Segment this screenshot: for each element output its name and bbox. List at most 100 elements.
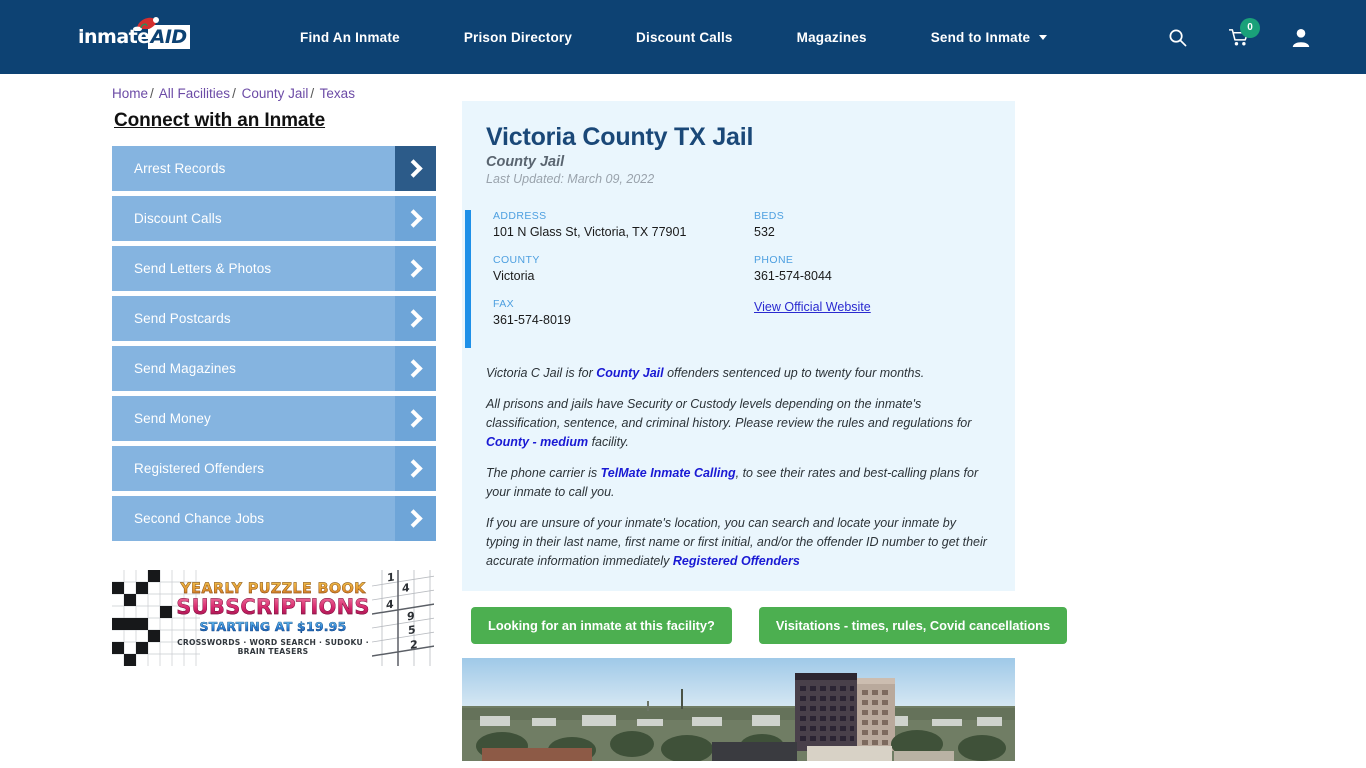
site-logo[interactable]: inmate AID bbox=[78, 17, 190, 54]
desc-text: All prisons and jails have Security or C… bbox=[486, 397, 972, 430]
sidebar-item-send-postcards[interactable]: Send Postcards bbox=[112, 296, 436, 341]
chevron-right-box bbox=[395, 246, 436, 291]
header-icon-group: 0 bbox=[1168, 17, 1310, 47]
page-body: Home / All Facilities / County Jail / Texas… bbox=[0, 74, 1366, 761]
content-area: Connect with an Inmate Arrest Records Di… bbox=[0, 101, 1366, 761]
cta-button-row: Looking for an inmate at this facility? … bbox=[462, 591, 1068, 658]
facility-description: Victoria C Jail is for County Jail offen… bbox=[462, 348, 1015, 591]
ad-line-2: SUBSCRIPTIONS bbox=[166, 594, 381, 618]
website-block: View Official Website bbox=[754, 298, 1015, 316]
sidebar-item-label: Send Money bbox=[134, 411, 211, 426]
sidebar-item-send-magazines[interactable]: Send Magazines bbox=[112, 346, 436, 391]
sidebar-item-send-letters-photos[interactable]: Send Letters & Photos bbox=[112, 246, 436, 291]
main-content: Victoria County TX Jail County Jail Last… bbox=[462, 101, 1068, 761]
breadcrumb-separator: / bbox=[232, 86, 236, 101]
puzzle-book-ad-banner[interactable]: YEARLY PUZZLE BOOK SUBSCRIPTIONS STARTIN… bbox=[112, 570, 434, 666]
cart-count-badge: 0 bbox=[1240, 17, 1260, 38]
facility-details-wrapper: ADDRESS 101 N Glass St, Victoria, TX 779… bbox=[462, 210, 1015, 348]
nav-item-discount-calls[interactable]: Discount Calls bbox=[604, 30, 765, 45]
chevron-right-box bbox=[395, 146, 436, 191]
account-button[interactable] bbox=[1292, 28, 1310, 47]
sidebar: Connect with an Inmate Arrest Records Di… bbox=[112, 101, 436, 761]
chevron-down-icon bbox=[1039, 35, 1048, 41]
details-column-left: ADDRESS 101 N Glass St, Victoria, TX 779… bbox=[493, 210, 754, 342]
beds-block: BEDS 532 bbox=[754, 210, 1015, 239]
nav-item-prison-directory[interactable]: Prison Directory bbox=[432, 30, 604, 45]
svg-text:5: 5 bbox=[408, 623, 416, 637]
sidebar-item-label: Send Postcards bbox=[134, 311, 231, 326]
desc-text: Victoria C Jail is for bbox=[486, 366, 597, 380]
sidebar-item-discount-calls[interactable]: Discount Calls bbox=[112, 196, 436, 241]
ad-text-block: YEARLY PUZZLE BOOK SUBSCRIPTIONS STARTIN… bbox=[166, 580, 381, 656]
description-paragraph-2: All prisons and jails have Security or C… bbox=[486, 395, 991, 452]
nav-item-magazines[interactable]: Magazines bbox=[765, 30, 899, 45]
inmate-search-button[interactable]: Looking for an inmate at this facility? bbox=[471, 607, 732, 644]
chevron-right-icon bbox=[404, 409, 423, 428]
main-navigation: Find An Inmate Prison Directory Discount… bbox=[268, 30, 1065, 45]
sidebar-heading: Connect with an Inmate bbox=[114, 110, 326, 131]
beds-value: 532 bbox=[754, 225, 775, 239]
link-county-jail[interactable]: County Jail bbox=[596, 366, 663, 380]
sidebar-item-label: Registered Offenders bbox=[134, 461, 265, 476]
facility-type: County Jail bbox=[486, 154, 565, 170]
sidebar-item-send-money[interactable]: Send Money bbox=[112, 396, 436, 441]
desc-text: facility. bbox=[588, 435, 629, 449]
site-header: inmate AID Find An Inmate Prison Directo… bbox=[0, 0, 1366, 74]
sidebar-item-label: Send Magazines bbox=[134, 361, 236, 376]
description-paragraph-3: The phone carrier is TelMate Inmate Call… bbox=[486, 464, 991, 502]
nav-label: Discount Calls bbox=[636, 29, 733, 45]
chevron-right-box bbox=[395, 296, 436, 341]
chevron-right-icon bbox=[404, 359, 423, 378]
user-icon bbox=[1292, 28, 1310, 47]
chevron-right-icon bbox=[404, 209, 423, 228]
breadcrumb-item-home[interactable]: Home bbox=[112, 86, 148, 101]
address-block: ADDRESS 101 N Glass St, Victoria, TX 779… bbox=[493, 210, 754, 239]
sidebar-item-registered-offenders[interactable]: Registered Offenders bbox=[112, 446, 436, 491]
search-button[interactable] bbox=[1168, 28, 1187, 47]
skyline-graphic bbox=[462, 658, 1015, 761]
svg-text:1: 1 bbox=[387, 570, 395, 584]
nav-label: Prison Directory bbox=[463, 29, 573, 45]
breadcrumb-separator: / bbox=[310, 86, 315, 101]
breadcrumb-item-texas[interactable]: Texas bbox=[320, 86, 355, 101]
chevron-right-box bbox=[395, 196, 436, 241]
chevron-right-box bbox=[395, 496, 436, 541]
breadcrumb: Home / All Facilities / County Jail / Texas bbox=[0, 74, 1366, 101]
phone-block: PHONE 361-574-8044 bbox=[754, 254, 1015, 283]
ad-line-3: STARTING AT $19.95 bbox=[166, 618, 381, 633]
chevron-right-icon bbox=[404, 309, 423, 328]
visitations-button[interactable]: Visitations - times, rules, Covid cancel… bbox=[758, 607, 1068, 644]
sidebar-item-label: Discount Calls bbox=[134, 211, 222, 226]
ad-line-4: CROSSWORDS · WORD SEARCH · SUDOKU · BRAI… bbox=[177, 637, 369, 656]
chevron-right-icon bbox=[404, 509, 423, 528]
county-value: Victoria bbox=[493, 269, 535, 283]
cart-button[interactable]: 0 bbox=[1229, 17, 1260, 47]
desc-text: offenders sentenced up to twenty four mo… bbox=[663, 366, 925, 380]
breadcrumb-item-all-facilities[interactable]: All Facilities bbox=[159, 86, 230, 101]
breadcrumb-item-county-jail[interactable]: County Jail bbox=[242, 86, 309, 101]
link-telmate-inmate-calling[interactable]: TelMate Inmate Calling bbox=[601, 466, 736, 480]
phone-value: 361-574-8044 bbox=[754, 269, 832, 283]
address-label: ADDRESS bbox=[493, 210, 547, 222]
sidebar-item-arrest-records[interactable]: Arrest Records bbox=[112, 146, 436, 191]
facility-header: Victoria County TX Jail County Jail Last… bbox=[462, 123, 1015, 186]
link-county-medium[interactable]: County - medium bbox=[486, 435, 588, 449]
nav-item-find-an-inmate[interactable]: Find An Inmate bbox=[268, 30, 432, 45]
facility-details-grid: ADDRESS 101 N Glass St, Victoria, TX 779… bbox=[493, 210, 1015, 348]
fax-value: 361-574-8019 bbox=[493, 313, 571, 327]
address-value: 101 N Glass St, Victoria, TX 77901 bbox=[493, 225, 687, 239]
nav-item-send-to-inmate[interactable]: Send to Inmate bbox=[899, 30, 1066, 45]
chevron-right-box bbox=[395, 346, 436, 391]
nav-label: Find An Inmate bbox=[300, 29, 400, 45]
official-website-link[interactable]: View Official Website bbox=[754, 300, 871, 314]
sidebar-item-second-chance-jobs[interactable]: Second Chance Jobs bbox=[112, 496, 436, 541]
link-registered-offenders[interactable]: Registered Offenders bbox=[673, 554, 800, 568]
fax-label: FAX bbox=[493, 298, 515, 310]
chevron-right-box bbox=[395, 396, 436, 441]
facility-photo bbox=[462, 658, 1015, 761]
chevron-right-icon bbox=[404, 459, 423, 478]
breadcrumb-separator: / bbox=[150, 86, 154, 101]
sidebar-item-label: Second Chance Jobs bbox=[134, 511, 265, 526]
last-updated-text: Last Updated: March 09, 2022 bbox=[486, 172, 655, 186]
svg-text:9: 9 bbox=[407, 609, 415, 623]
